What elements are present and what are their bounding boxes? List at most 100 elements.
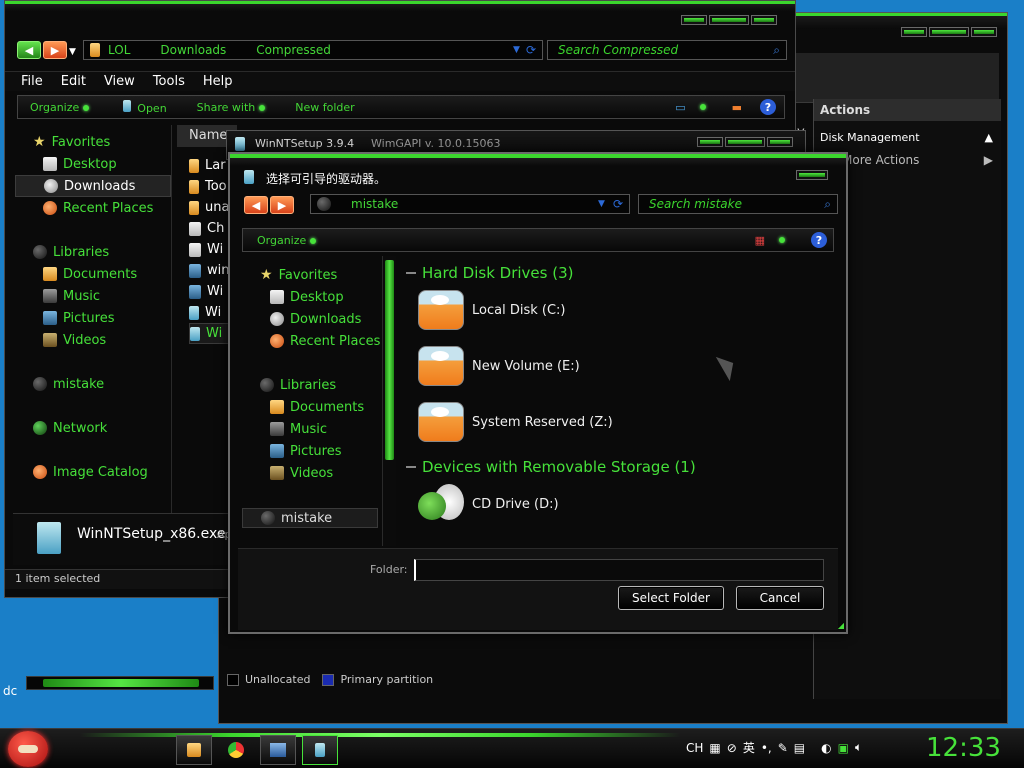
dialog-nav-favorites[interactable]: ★ Favorites — [242, 264, 382, 286]
search-icon[interactable]: ⌕ — [824, 197, 831, 212]
menu-edit[interactable]: Edit — [61, 74, 86, 89]
drive-local-disk-c[interactable]: Local Disk (C:) — [418, 290, 565, 330]
breadcrumb-lol[interactable]: LOL — [108, 43, 130, 57]
list-item[interactable]: Wi — [189, 281, 229, 302]
dialog-organize-button[interactable]: Organize — [257, 234, 317, 247]
select-folder-button[interactable]: Select Folder — [618, 586, 724, 610]
nav-homegroup[interactable]: mistake — [15, 373, 171, 395]
refresh-icon[interactable]: ⟳ — [526, 43, 536, 57]
dialog-nav-downloads[interactable]: Downloads — [242, 308, 382, 330]
actions-disk-management[interactable]: Disk Management ▲ — [814, 127, 1001, 149]
nav-scrollbar[interactable] — [382, 256, 396, 546]
organize-button[interactable]: Organize — [30, 101, 90, 114]
list-item[interactable]: Wi — [189, 302, 229, 323]
nav-videos[interactable]: Videos — [15, 329, 171, 351]
dialog-search-input[interactable]: Search mistake ⌕ — [638, 194, 838, 214]
view-options-icon[interactable]: ▦ — [755, 234, 765, 247]
nav-favorites[interactable]: ★ Favorites — [15, 131, 171, 153]
list-item[interactable]: una — [189, 197, 229, 218]
nav-music[interactable]: Music — [15, 285, 171, 307]
dm-window-controls[interactable] — [901, 27, 997, 37]
list-item[interactable]: win — [189, 260, 229, 281]
clock[interactable]: 12:33 — [926, 733, 1001, 763]
nav-image-catalog[interactable]: Image Catalog — [15, 461, 171, 483]
dialog-nav-homegroup[interactable]: mistake — [242, 508, 378, 528]
dialog-forward-button[interactable]: ▶ — [270, 196, 294, 214]
menu-file[interactable]: File — [21, 74, 43, 89]
taskbar-chrome-button[interactable] — [218, 735, 254, 765]
drive-system-reserved-z[interactable]: System Reserved (Z:) — [418, 402, 613, 442]
nav-recent-places[interactable]: Recent Places — [15, 197, 171, 219]
list-item[interactable]: Too — [189, 176, 229, 197]
dialog-nav-recent-places[interactable]: Recent Places — [242, 330, 382, 352]
help-icon[interactable]: ? — [760, 99, 776, 115]
volume-icon[interactable]: 🔈︎ — [855, 740, 862, 755]
preview-pane-icon[interactable]: ▬ — [732, 101, 742, 114]
refresh-icon[interactable]: ⟳ — [613, 197, 623, 211]
dialog-nav-desktop[interactable]: Desktop — [242, 286, 382, 308]
dialog-nav-pictures[interactable]: Pictures — [242, 440, 382, 462]
list-item[interactable]: Wi — [189, 239, 229, 260]
maximize-button[interactable] — [709, 15, 749, 25]
nav-libraries[interactable]: Libraries — [15, 241, 171, 263]
language-indicator[interactable]: CH — [686, 741, 703, 755]
resize-grip-icon[interactable]: ◢ — [838, 621, 844, 630]
no-sign-icon[interactable]: ⊘ — [727, 741, 737, 755]
address-dropdown-icon[interactable]: ▼ — [598, 199, 605, 209]
battery-icon[interactable]: ▣ — [838, 741, 849, 755]
horizontal-scrollbar[interactable] — [26, 676, 214, 690]
taskbar-explorer-button[interactable] — [176, 735, 212, 765]
search-icon[interactable]: ⌕ — [773, 43, 780, 58]
close-button[interactable] — [751, 15, 777, 25]
address-dropdown-icon[interactable]: ▼ — [513, 45, 520, 55]
ime-menu-icon[interactable]: ▤ — [794, 741, 805, 755]
dialog-back-button[interactable]: ◀ — [244, 196, 268, 214]
menu-view[interactable]: View — [104, 74, 135, 89]
view-dropdown-icon[interactable] — [779, 237, 785, 243]
nav-scrollbar-thumb[interactable] — [385, 260, 394, 460]
ime-settings-icon[interactable]: ✎ — [778, 741, 788, 755]
menu-help[interactable]: Help — [203, 74, 233, 89]
back-button[interactable]: ◀ — [17, 41, 41, 59]
view-icon[interactable]: ▭ — [675, 101, 685, 114]
new-folder-button[interactable]: New folder — [295, 101, 354, 114]
start-button[interactable] — [8, 731, 48, 767]
dialog-address-bar[interactable]: mistake ▼ ⟳ — [310, 194, 630, 214]
dialog-nav-documents[interactable]: Documents — [242, 396, 382, 418]
group-header-hdd[interactable]: Hard Disk Drives (3) — [406, 264, 573, 282]
scrollbar-thumb[interactable] — [43, 679, 199, 687]
nav-network[interactable]: Network — [15, 417, 171, 439]
history-dropdown-icon[interactable]: ▼ — [69, 47, 76, 59]
dialog-nav-music[interactable]: Music — [242, 418, 382, 440]
drive-cd-d[interactable]: CD Drive (D:) — [418, 484, 559, 524]
cancel-button[interactable]: Cancel — [736, 586, 824, 610]
explorer-window-controls[interactable] — [681, 15, 777, 25]
taskbar-diskmgmt-button[interactable] — [260, 735, 296, 765]
winnt-window-controls[interactable] — [697, 137, 793, 147]
ime-mode[interactable]: 英 — [743, 739, 755, 756]
explorer-address-bar[interactable]: LOL Downloads Compressed ▼ ⟳ — [83, 40, 543, 60]
nav-documents[interactable]: Documents — [15, 263, 171, 285]
nav-downloads[interactable]: Downloads — [15, 175, 171, 197]
share-with-button[interactable]: Share with — [197, 101, 266, 114]
nav-pictures[interactable]: Pictures — [15, 307, 171, 329]
punctuation-icon[interactable]: •, — [761, 741, 772, 755]
breadcrumb-downloads[interactable]: Downloads — [160, 43, 226, 57]
nav-desktop[interactable]: Desktop — [15, 153, 171, 175]
breadcrumb-compressed[interactable]: Compressed — [256, 43, 331, 57]
group-header-removable[interactable]: Devices with Removable Storage (1) — [406, 458, 696, 476]
list-item[interactable]: Ch — [189, 218, 229, 239]
folder-input[interactable] — [414, 559, 824, 581]
dialog-help-icon[interactable]: ? — [811, 232, 827, 248]
open-button[interactable]: Open — [123, 99, 167, 115]
list-item[interactable]: Lar — [189, 155, 229, 176]
menu-tools[interactable]: Tools — [153, 74, 185, 89]
dialog-nav-libraries[interactable]: Libraries — [242, 374, 382, 396]
taskbar-winntsetup-button[interactable] — [302, 735, 338, 765]
list-item[interactable]: Wi — [189, 323, 230, 344]
dialog-close-button[interactable] — [796, 170, 828, 180]
dialog-nav-videos[interactable]: Videos — [242, 462, 382, 484]
minimize-button[interactable] — [681, 15, 707, 25]
dialog-window-controls[interactable] — [796, 170, 828, 180]
notification-icon[interactable]: ◐ — [821, 741, 831, 755]
